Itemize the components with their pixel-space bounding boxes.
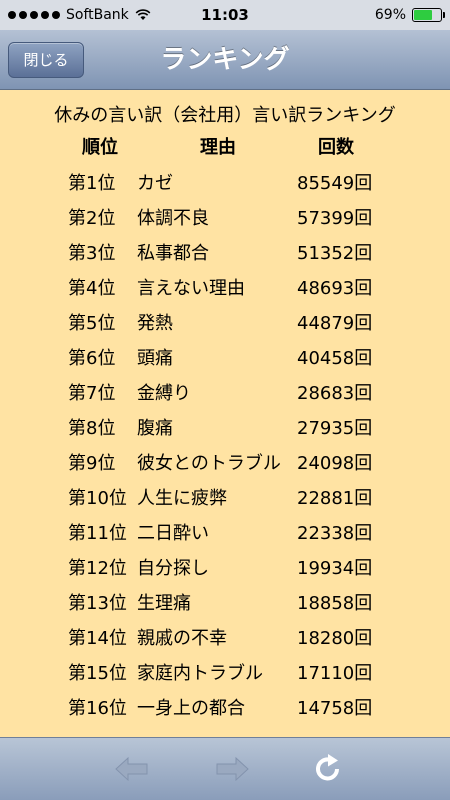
rank-cell: 第2位 [68, 208, 116, 229]
battery-icon [412, 8, 445, 22]
table-row: 第8位 腹痛 27935回 [0, 408, 450, 443]
table-row: 第3位 私事都合 51352回 [0, 233, 450, 268]
count-cell: 18858回 [297, 593, 373, 614]
status-bar: SoftBank 11:03 69% [0, 0, 450, 30]
refresh-button[interactable] [308, 752, 348, 786]
count-cell: 28683回 [297, 383, 373, 404]
table-row: 第9位 彼女とのトラブル 24098回 [0, 443, 450, 478]
rank-cell: 第4位 [68, 278, 116, 299]
rank-cell: 第7位 [68, 383, 116, 404]
rank-cell: 第8位 [68, 418, 116, 439]
reason-cell: 一身上の都合 [137, 698, 245, 719]
count-cell: 48693回 [297, 278, 373, 299]
column-header-count: 回数 [318, 137, 354, 158]
rank-cell: 第3位 [68, 243, 116, 264]
table-row: 第16位 一身上の都合 14758回 [0, 688, 450, 723]
close-button[interactable]: 閉じる [8, 42, 84, 78]
table-row: 第6位 頭痛 40458回 [0, 338, 450, 373]
count-cell: 22338回 [297, 523, 373, 544]
reason-cell: 頭痛 [137, 348, 173, 369]
arrow-right-icon [216, 756, 249, 782]
table-row: 第1位 カゼ 85549回 [0, 163, 450, 198]
reason-cell: 金縛り [137, 383, 191, 404]
rank-cell: 第16位 [68, 698, 127, 719]
count-cell: 85549回 [297, 173, 373, 194]
ranking-table: 第1位 カゼ 85549回第2位 体調不良 57399回第3位 私事都合 51352回第4位… [0, 163, 450, 723]
table-header: 順位 理由 回数 [0, 127, 450, 163]
table-row: 第14位 親戚の不幸 18280回 [0, 618, 450, 653]
reason-cell: 彼女とのトラブル [137, 453, 281, 474]
bottom-toolbar [0, 737, 450, 800]
rank-cell: 第13位 [68, 593, 127, 614]
table-row: 第4位 言えない理由 48693回 [0, 268, 450, 303]
table-row: 第12位 自分探し 19934回 [0, 548, 450, 583]
table-row: 第15位 家庭内トラブル 17110回 [0, 653, 450, 688]
column-header-rank: 順位 [82, 137, 118, 158]
count-cell: 14758回 [297, 698, 373, 719]
navigation-bar: ランキング 閉じる [0, 30, 450, 90]
arrow-left-icon [115, 756, 148, 782]
table-row: 第7位 金縛り 28683回 [0, 373, 450, 408]
ranking-content[interactable]: 休みの言い訳（会社用）言い訳ランキング 順位 理由 回数 第1位 カゼ 85549回… [0, 91, 450, 737]
count-cell: 40458回 [297, 348, 373, 369]
table-row: 第13位 生理痛 18858回 [0, 583, 450, 618]
reason-cell: 生理痛 [137, 593, 191, 614]
count-cell: 22881回 [297, 488, 373, 509]
reason-cell: 腹痛 [137, 418, 173, 439]
count-cell: 57399回 [297, 208, 373, 229]
count-cell: 19934回 [297, 558, 373, 579]
reason-cell: 発熱 [137, 313, 173, 334]
count-cell: 51352回 [297, 243, 373, 264]
rank-cell: 第6位 [68, 348, 116, 369]
count-cell: 27935回 [297, 418, 373, 439]
reason-cell: カゼ [137, 173, 173, 194]
back-button[interactable] [112, 752, 152, 786]
forward-button[interactable] [212, 752, 252, 786]
refresh-icon [316, 754, 339, 781]
ranking-heading: 休みの言い訳（会社用）言い訳ランキング [54, 105, 396, 126]
rank-cell: 第5位 [68, 313, 116, 334]
reason-cell: 人生に疲弊 [137, 488, 227, 509]
table-row: 第5位 発熱 44879回 [0, 303, 450, 338]
rank-cell: 第10位 [68, 488, 127, 509]
reason-cell: 自分探し [137, 558, 209, 579]
count-cell: 24098回 [297, 453, 373, 474]
reason-cell: 私事都合 [137, 243, 209, 264]
reason-cell: 家庭内トラブル [137, 663, 263, 684]
rank-cell: 第14位 [68, 628, 127, 649]
reason-cell: 言えない理由 [137, 278, 245, 299]
rank-cell: 第12位 [68, 558, 127, 579]
table-row: 第11位 二日酔い 22338回 [0, 513, 450, 548]
column-header-reason: 理由 [200, 137, 236, 158]
reason-cell: 体調不良 [137, 208, 209, 229]
count-cell: 17110回 [297, 663, 373, 684]
status-right: 69% [374, 0, 445, 30]
count-cell: 44879回 [297, 313, 373, 334]
battery-percent: 69% [374, 7, 406, 23]
reason-cell: 親戚の不幸 [137, 628, 227, 649]
rank-cell: 第1位 [68, 173, 116, 194]
table-row: 第10位 人生に疲弊 22881回 [0, 478, 450, 513]
reason-cell: 二日酔い [137, 523, 209, 544]
table-row: 第2位 体調不良 57399回 [0, 198, 450, 233]
rank-cell: 第11位 [68, 523, 127, 544]
rank-cell: 第15位 [68, 663, 127, 684]
battery-fill [414, 10, 432, 20]
rank-cell: 第9位 [68, 453, 116, 474]
count-cell: 18280回 [297, 628, 373, 649]
